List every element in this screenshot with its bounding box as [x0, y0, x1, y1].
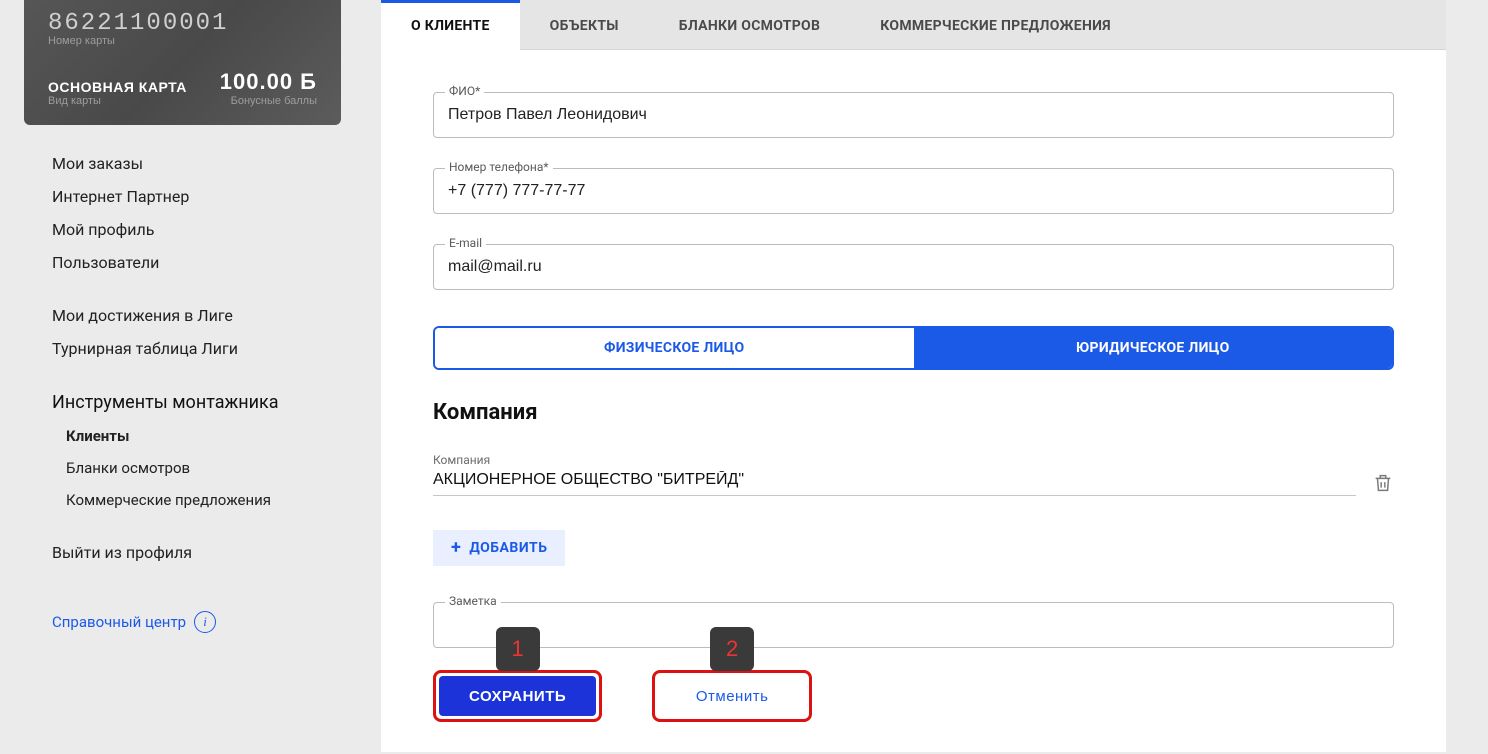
- add-company-button[interactable]: + ДОБАВИТЬ: [433, 530, 565, 566]
- card-balance: 100.00 Б: [220, 69, 317, 95]
- help-center-label: Справочный центр: [52, 613, 186, 631]
- fio-input[interactable]: [433, 92, 1394, 138]
- toggle-individual[interactable]: ФИЗИЧЕСКОЕ ЛИЦО: [435, 328, 914, 368]
- save-button[interactable]: СОХРАНИТЬ: [439, 676, 596, 716]
- card-type-sub: Вид карты: [48, 95, 187, 107]
- trash-icon[interactable]: [1372, 470, 1394, 496]
- nav-users[interactable]: Пользователи: [52, 246, 341, 279]
- person-type-toggle: ФИЗИЧЕСКОЕ ЛИЦО ЮРИДИЧЕСКОЕ ЛИЦО: [433, 326, 1394, 370]
- nav-league-table[interactable]: Турнирная таблица Лиги: [52, 332, 341, 365]
- fio-field-wrap: ФИО*: [433, 92, 1394, 138]
- company-section-title: Компания: [433, 400, 1394, 425]
- note-input[interactable]: [433, 602, 1394, 648]
- company-row: Компания: [433, 453, 1394, 496]
- nav-clients[interactable]: Клиенты: [66, 420, 341, 452]
- main: О КЛИЕНТЕ ОБЪЕКТЫ БЛАНКИ ОСМОТРОВ КОММЕР…: [381, 0, 1488, 754]
- company-label: Компания: [433, 453, 1356, 467]
- client-form: ФИО* Номер телефона* E-mail ФИЗИЧЕСКОЕ Л…: [381, 50, 1446, 752]
- toggle-legal-entity[interactable]: ЮРИДИЧЕСКОЕ ЛИЦО: [914, 328, 1393, 368]
- plus-icon: +: [451, 541, 461, 555]
- add-company-label: ДОБАВИТЬ: [469, 540, 547, 556]
- nav-league-achievements[interactable]: Мои достижения в Лиге: [52, 299, 341, 332]
- nav-tools-title: Инструменты монтажника: [52, 385, 341, 420]
- info-icon: i: [194, 611, 216, 633]
- tab-objects[interactable]: ОБЪЕКТЫ: [520, 0, 649, 50]
- form-actions: 1 СОХРАНИТЬ 2 Отменить: [433, 670, 1394, 722]
- email-label: E-mail: [445, 236, 486, 250]
- nav-my-orders[interactable]: Мои заказы: [52, 147, 341, 180]
- fio-label: ФИО*: [445, 84, 484, 98]
- card-number: 86221100001: [48, 10, 317, 37]
- phone-input[interactable]: [433, 168, 1394, 214]
- phone-field-wrap: Номер телефона*: [433, 168, 1394, 214]
- tab-inspection-forms[interactable]: БЛАНКИ ОСМОТРОВ: [649, 0, 850, 50]
- note-label: Заметка: [445, 594, 501, 608]
- nav-commercial-offers[interactable]: Коммерческие предложения: [66, 484, 341, 516]
- sidebar: 86221100001 Номер карты ОСНОВНАЯ КАРТА В…: [0, 0, 381, 754]
- note-field-wrap: Заметка: [433, 602, 1394, 648]
- email-input[interactable]: [433, 244, 1394, 290]
- annotation-badge-1: 1: [496, 627, 540, 671]
- phone-label: Номер телефона*: [445, 160, 553, 174]
- nav-inspection-forms[interactable]: Бланки осмотров: [66, 452, 341, 484]
- tab-commercial-offers[interactable]: КОММЕРЧЕСКИЕ ПРЕДЛОЖЕНИЯ: [850, 0, 1141, 50]
- card-type: ОСНОВНАЯ КАРТА: [48, 79, 187, 95]
- cancel-button[interactable]: Отменить: [658, 676, 806, 716]
- annotation-save: 1 СОХРАНИТЬ: [433, 670, 602, 722]
- help-center-link[interactable]: Справочный центр i: [52, 611, 341, 633]
- nav-logout[interactable]: Выйти из профиля: [52, 536, 341, 569]
- nav-internet-partner[interactable]: Интернет Партнер: [52, 180, 341, 213]
- annotation-badge-2: 2: [710, 627, 754, 671]
- nav-my-profile[interactable]: Мой профиль: [52, 213, 341, 246]
- sidebar-nav: Мои заказы Интернет Партнер Мой профиль …: [52, 147, 341, 569]
- loyalty-card: 86221100001 Номер карты ОСНОВНАЯ КАРТА В…: [24, 0, 341, 125]
- card-balance-sub: Бонусные баллы: [220, 95, 317, 107]
- tab-about-client[interactable]: О КЛИЕНТЕ: [381, 0, 520, 50]
- annotation-cancel: 2 Отменить: [652, 670, 812, 722]
- company-input[interactable]: [433, 467, 1356, 496]
- tabs: О КЛИЕНТЕ ОБЪЕКТЫ БЛАНКИ ОСМОТРОВ КОММЕР…: [381, 0, 1446, 50]
- email-field-wrap: E-mail: [433, 244, 1394, 290]
